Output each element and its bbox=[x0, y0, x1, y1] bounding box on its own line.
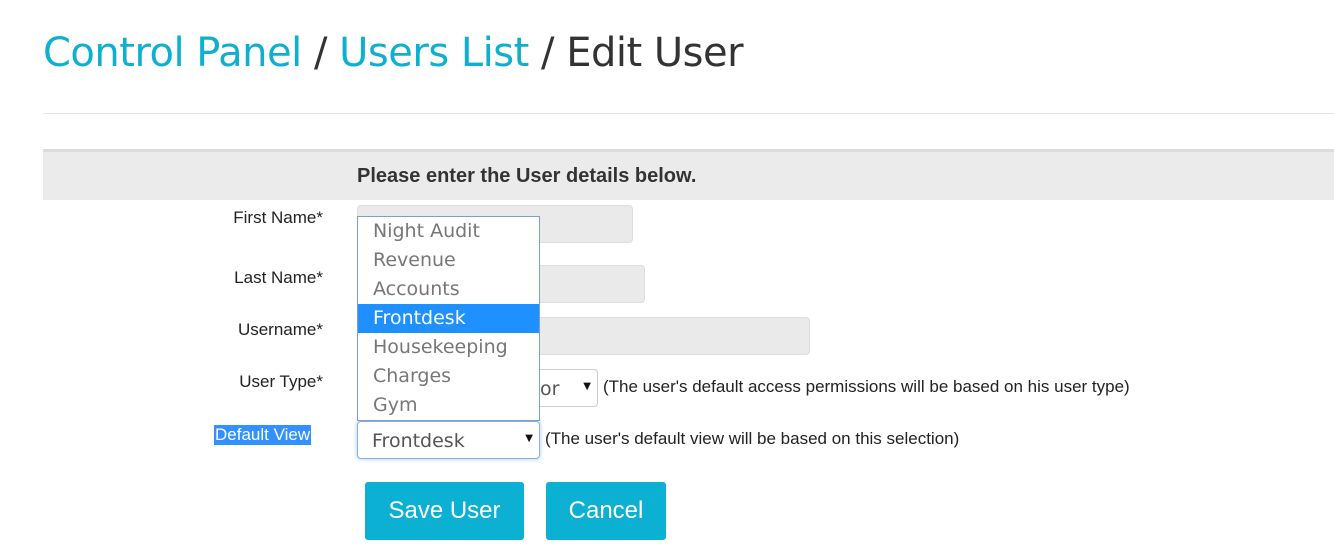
default-view-select[interactable]: Frontdesk ▼ bbox=[357, 421, 540, 459]
page-title: Edit User bbox=[566, 30, 744, 76]
chevron-down-icon: ▼ bbox=[583, 381, 591, 392]
user-type-label: User Type* bbox=[239, 372, 323, 391]
breadcrumb-separator: / bbox=[313, 30, 327, 76]
breadcrumb-users-list[interactable]: Users List bbox=[339, 30, 529, 76]
form-heading: Please enter the User details below. bbox=[357, 165, 697, 187]
breadcrumb: Control Panel / Users List / Edit User bbox=[43, 30, 744, 76]
default-view-hint: (The user's default view will be based o… bbox=[545, 429, 960, 448]
first-name-label: First Name* bbox=[233, 208, 323, 227]
dropdown-option[interactable]: Revenue bbox=[358, 246, 539, 275]
last-name-label: Last Name* bbox=[234, 268, 323, 287]
dropdown-option[interactable]: Housekeeping bbox=[358, 333, 539, 362]
chevron-down-icon: ▼ bbox=[525, 433, 533, 444]
save-user-button[interactable]: Save User bbox=[365, 482, 524, 540]
dropdown-option[interactable]: Charges bbox=[358, 362, 539, 391]
dropdown-option[interactable]: Night Audit bbox=[358, 217, 539, 246]
divider bbox=[43, 113, 1334, 114]
dropdown-option[interactable]: Gym bbox=[358, 391, 539, 420]
user-type-value: or bbox=[540, 378, 560, 400]
default-view-value: Frontdesk bbox=[372, 430, 465, 452]
username-label: Username* bbox=[237, 320, 323, 339]
form-header: Please enter the User details below. bbox=[43, 149, 1334, 200]
dropdown-option[interactable]: Accounts bbox=[358, 275, 539, 304]
default-view-dropdown: Night Audit Revenue Accounts Frontdesk H… bbox=[357, 216, 540, 421]
cancel-button[interactable]: Cancel bbox=[546, 482, 666, 540]
breadcrumb-separator: / bbox=[541, 30, 554, 76]
user-type-hint: (The user's default access permissions w… bbox=[603, 377, 1130, 396]
dropdown-option-selected[interactable]: Frontdesk bbox=[358, 304, 539, 333]
default-view-label: Default View bbox=[214, 425, 312, 445]
breadcrumb-control-panel[interactable]: Control Panel bbox=[43, 30, 302, 76]
